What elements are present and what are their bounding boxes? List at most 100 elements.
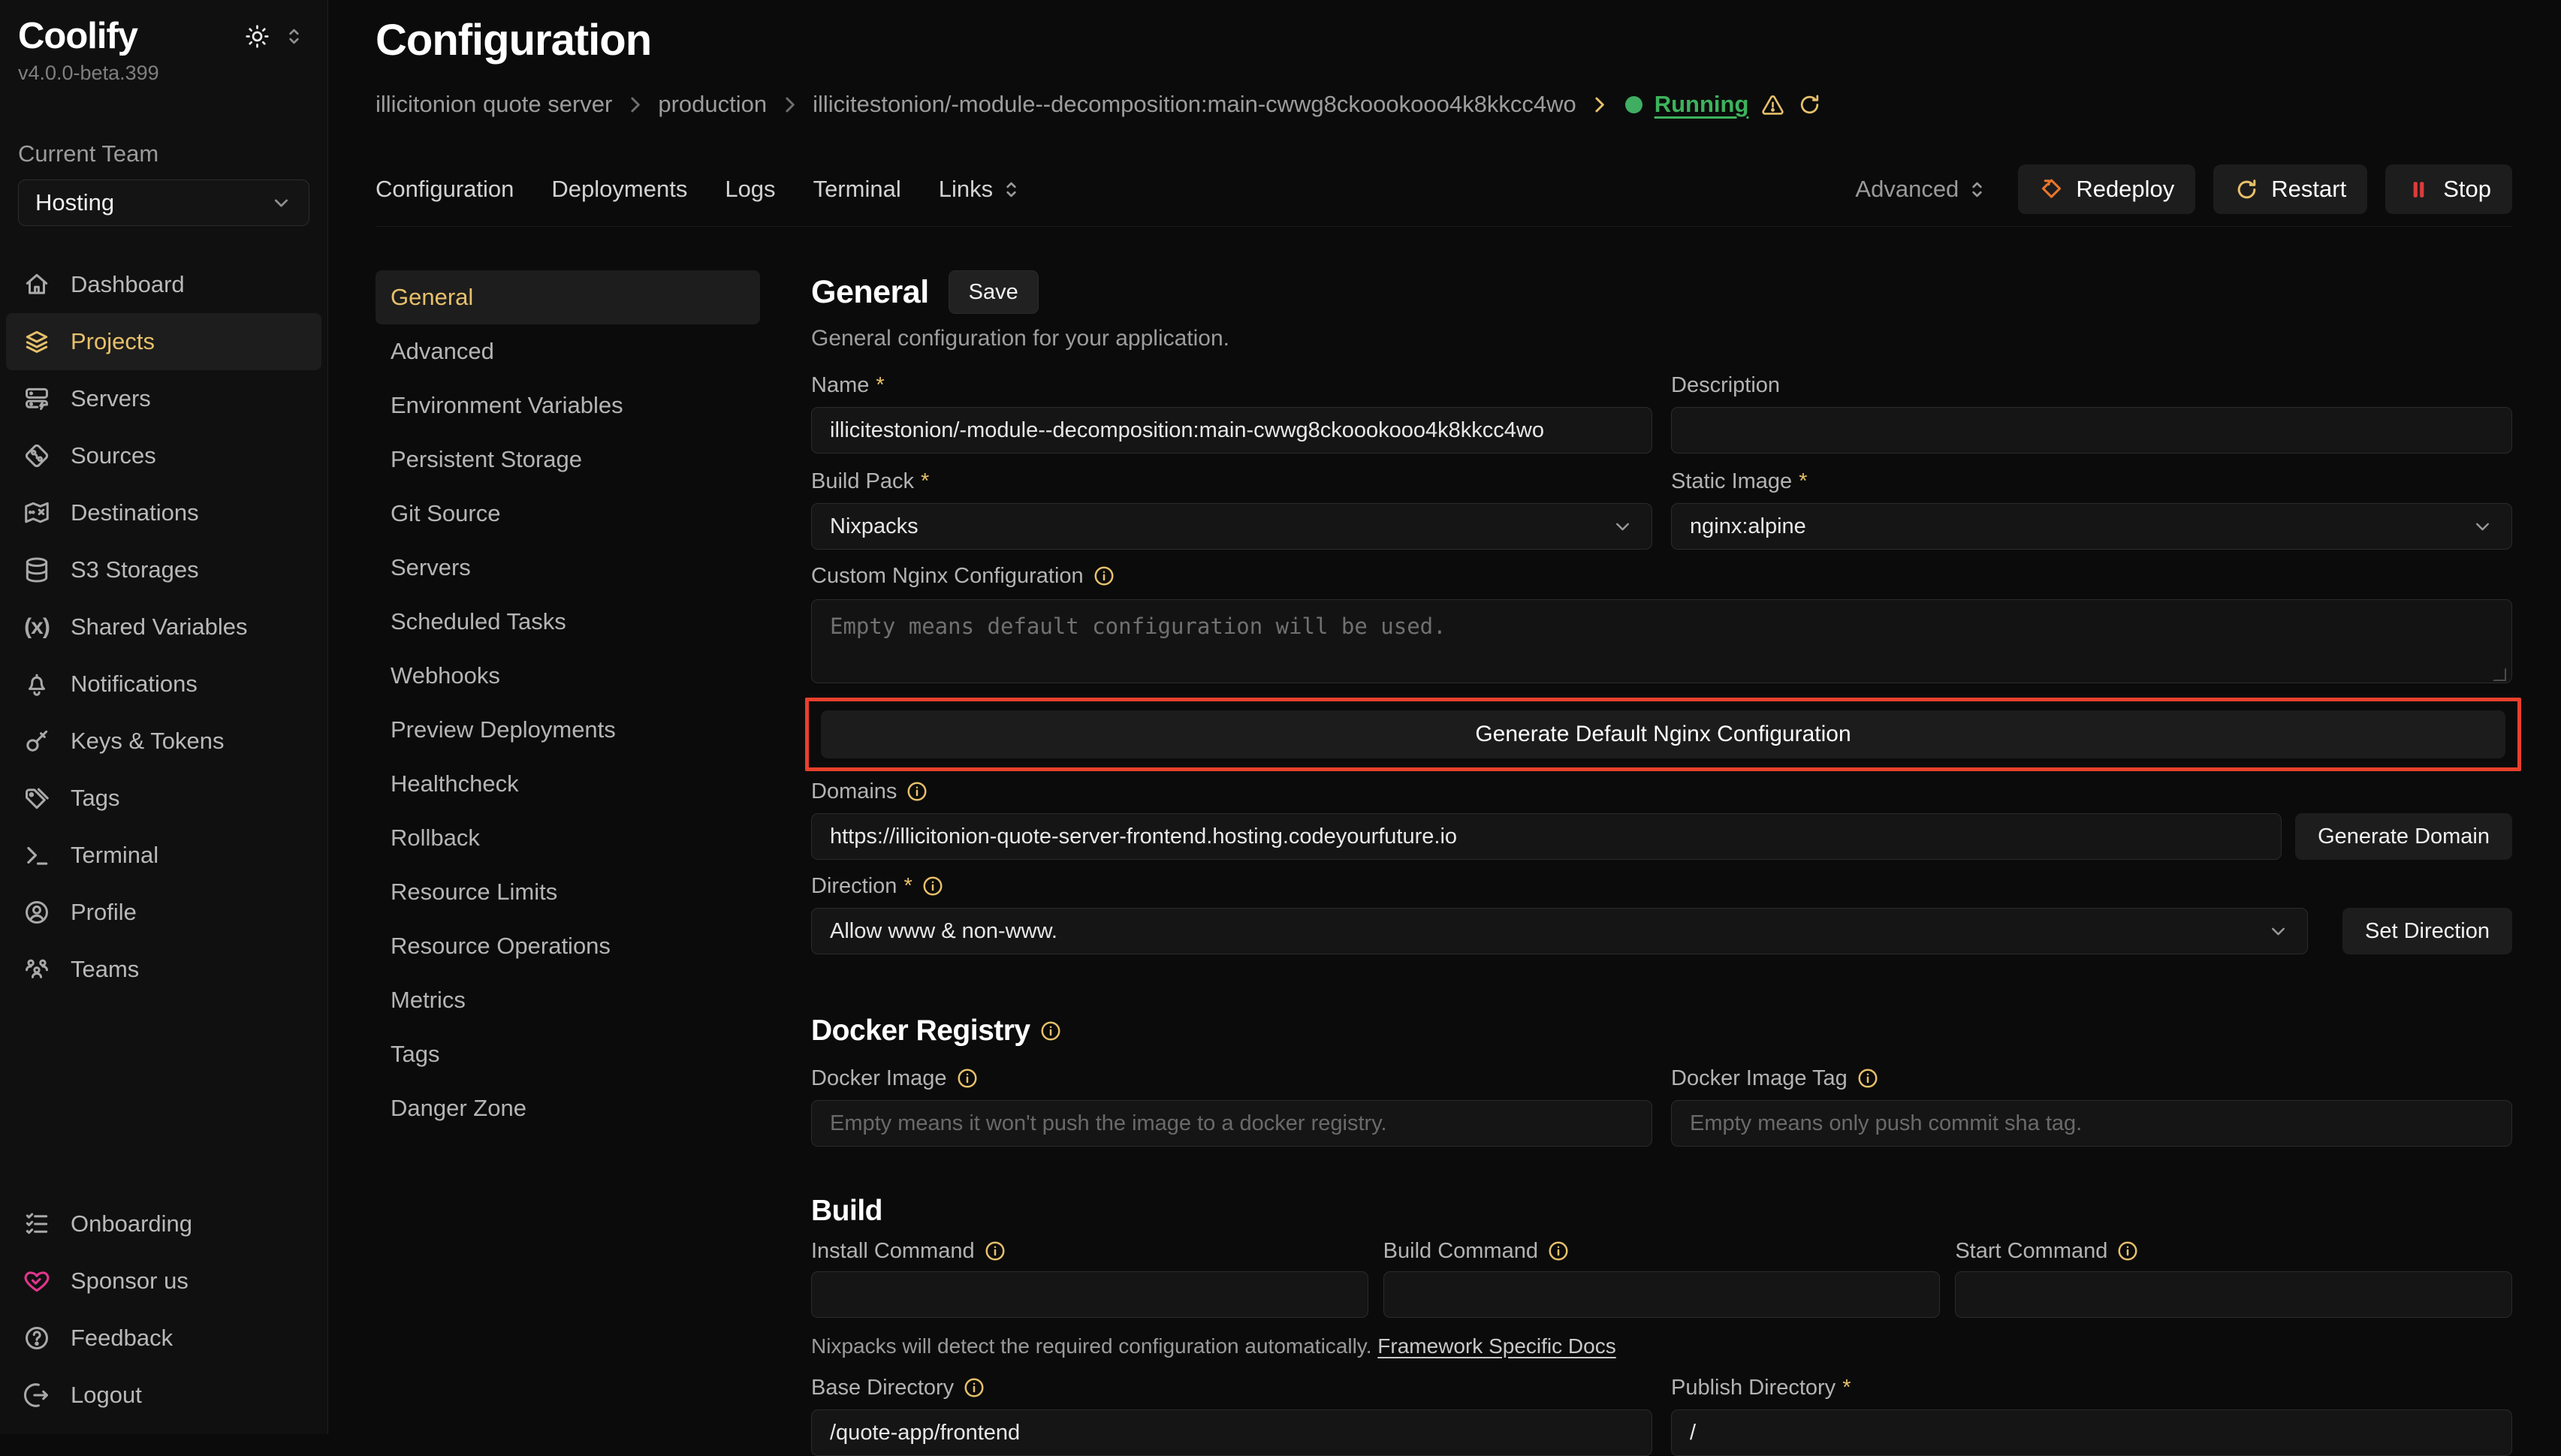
tabs-row: Configuration Deployments Logs Terminal … (376, 164, 2512, 227)
subnav-item-webhooks[interactable]: Webhooks (376, 649, 760, 703)
build-command-input[interactable] (1383, 1271, 1941, 1318)
team-select[interactable]: Hosting (18, 179, 309, 226)
subnav-item-danger-zone[interactable]: Danger Zone (376, 1081, 760, 1135)
start-command-label: Start Command (1955, 1237, 2512, 1265)
tab-links[interactable]: Links (939, 176, 1022, 203)
subnav-item-persistent-storage[interactable]: Persistent Storage (376, 433, 760, 487)
direction-select[interactable]: Allow www & non-www. (811, 908, 2308, 954)
subnav-item-environment-variables[interactable]: Environment Variables (376, 378, 760, 433)
generate-domain-button[interactable]: Generate Domain (2295, 813, 2512, 860)
advanced-menu[interactable]: Advanced (1855, 176, 1988, 203)
sidebar-item-tags[interactable]: Tags (6, 770, 321, 827)
sidebar-item-servers[interactable]: Servers (6, 370, 321, 427)
sidebar-item-terminal[interactable]: Terminal (6, 827, 321, 884)
info-icon[interactable] (1547, 1240, 1570, 1262)
sidebar-item-teams[interactable]: Teams (6, 941, 321, 998)
breadcrumb-resource[interactable]: illicitestonion/-module--decomposition:m… (813, 91, 1576, 118)
base-directory-input[interactable] (811, 1409, 1652, 1456)
subnav-item-advanced[interactable]: Advanced (376, 324, 760, 378)
restart-button[interactable]: Restart (2213, 164, 2367, 214)
sidebar-item-label: Shared Variables (71, 613, 248, 641)
subnav-item-healthcheck[interactable]: Healthcheck (376, 757, 760, 811)
info-icon[interactable] (1039, 1020, 1062, 1042)
description-label: Description (1671, 371, 2512, 399)
sidebar-item-label: Projects (71, 328, 155, 355)
tab-configuration[interactable]: Configuration (376, 176, 514, 203)
set-direction-button[interactable]: Set Direction (2342, 908, 2512, 954)
save-button[interactable]: Save (949, 270, 1039, 314)
name-input[interactable] (811, 407, 1652, 454)
stop-pause-icon (2406, 177, 2431, 202)
section-title-general: General (811, 274, 929, 311)
refresh-status-icon[interactable] (1797, 92, 1822, 117)
stop-button[interactable]: Stop (2385, 164, 2512, 214)
sidebar-item-label: Destinations (71, 499, 199, 526)
sidebar-item-label: Profile (71, 899, 137, 926)
subnav-item-servers[interactable]: Servers (376, 541, 760, 595)
nixpacks-note: Nixpacks will detect the required config… (811, 1334, 2512, 1358)
status-running-link[interactable]: Running (1655, 91, 1749, 118)
layers-icon (23, 327, 51, 356)
info-icon[interactable] (2116, 1240, 2139, 1262)
info-icon[interactable] (1857, 1067, 1879, 1090)
subnav-item-general[interactable]: General (376, 270, 760, 324)
install-command-input[interactable] (811, 1271, 1368, 1318)
key-icon (23, 727, 51, 755)
sidebar-collapse-icon[interactable] (283, 26, 305, 47)
static-image-select[interactable]: nginx:alpine (1671, 503, 2512, 550)
subnav-item-resource-operations[interactable]: Resource Operations (376, 919, 760, 973)
subnav-item-preview-deployments[interactable]: Preview Deployments (376, 703, 760, 757)
sidebar-item-notifications[interactable]: Notifications (6, 656, 321, 713)
domains-label: Domains (811, 777, 2512, 806)
sidebar-item-keys-tokens[interactable]: Keys & Tokens (6, 713, 321, 770)
sidebar-item-profile[interactable]: Profile (6, 884, 321, 941)
start-command-input[interactable] (1955, 1271, 2512, 1318)
nginx-config-textarea[interactable] (811, 599, 2512, 683)
docker-image-tag-input[interactable] (1671, 1100, 2512, 1147)
redeploy-button[interactable]: Redeploy (2018, 164, 2195, 214)
subnav-item-git-source[interactable]: Git Source (376, 487, 760, 541)
tab-links-label: Links (939, 176, 993, 203)
sidebar-item-s3-storages[interactable]: S3 Storages (6, 541, 321, 598)
breadcrumb-environment[interactable]: production (658, 91, 767, 118)
sidebar-item-projects[interactable]: Projects (6, 313, 321, 370)
sidebar-item-label: Onboarding (71, 1210, 192, 1237)
build-pack-select[interactable]: Nixpacks (811, 503, 1652, 550)
breadcrumb-project[interactable]: illicitonion quote server (376, 91, 612, 118)
tab-terminal[interactable]: Terminal (813, 176, 901, 203)
subnav-item-tags[interactable]: Tags (376, 1027, 760, 1081)
git-icon (23, 442, 51, 470)
sidebar-item-onboarding[interactable]: Onboarding (6, 1195, 321, 1253)
chevron-updown-icon (1966, 179, 1988, 200)
generate-nginx-config-button[interactable]: Generate Default Nginx Configuration (821, 710, 2505, 758)
info-icon[interactable] (1093, 565, 1115, 587)
app-logo[interactable]: Coolify (18, 15, 137, 57)
sidebar-item-destinations[interactable]: Destinations (6, 484, 321, 541)
tab-deployments[interactable]: Deployments (551, 176, 687, 203)
build-pack-label: Build Pack* (811, 467, 1652, 496)
sidebar-item-sponsor[interactable]: Sponsor us (6, 1253, 321, 1310)
info-icon[interactable] (906, 780, 928, 803)
docker-image-input[interactable] (811, 1100, 1652, 1147)
theme-toggle-sun-icon[interactable] (245, 24, 270, 49)
domains-input[interactable] (811, 813, 2282, 860)
publish-directory-input[interactable] (1671, 1409, 2512, 1456)
info-icon[interactable] (922, 875, 944, 897)
sidebar-item-shared-variables[interactable]: (x) Shared Variables (6, 598, 321, 656)
sidebar-item-logout[interactable]: Logout (6, 1367, 321, 1424)
sidebar-item-sources[interactable]: Sources (6, 427, 321, 484)
sidebar-item-feedback[interactable]: Feedback (6, 1310, 321, 1367)
info-icon[interactable] (956, 1067, 979, 1090)
subnav-item-metrics[interactable]: Metrics (376, 973, 760, 1027)
subnav-item-scheduled-tasks[interactable]: Scheduled Tasks (376, 595, 760, 649)
subnav-item-resource-limits[interactable]: Resource Limits (376, 865, 760, 919)
warning-icon[interactable] (1760, 92, 1785, 117)
info-icon[interactable] (963, 1376, 985, 1399)
subnav-item-rollback[interactable]: Rollback (376, 811, 760, 865)
tab-logs[interactable]: Logs (725, 176, 775, 203)
description-input[interactable] (1671, 407, 2512, 454)
framework-docs-link[interactable]: Framework Specific Docs (1377, 1334, 1615, 1358)
current-team-label: Current Team (0, 85, 327, 167)
info-icon[interactable] (984, 1240, 1006, 1262)
sidebar-item-dashboard[interactable]: Dashboard (6, 256, 321, 313)
